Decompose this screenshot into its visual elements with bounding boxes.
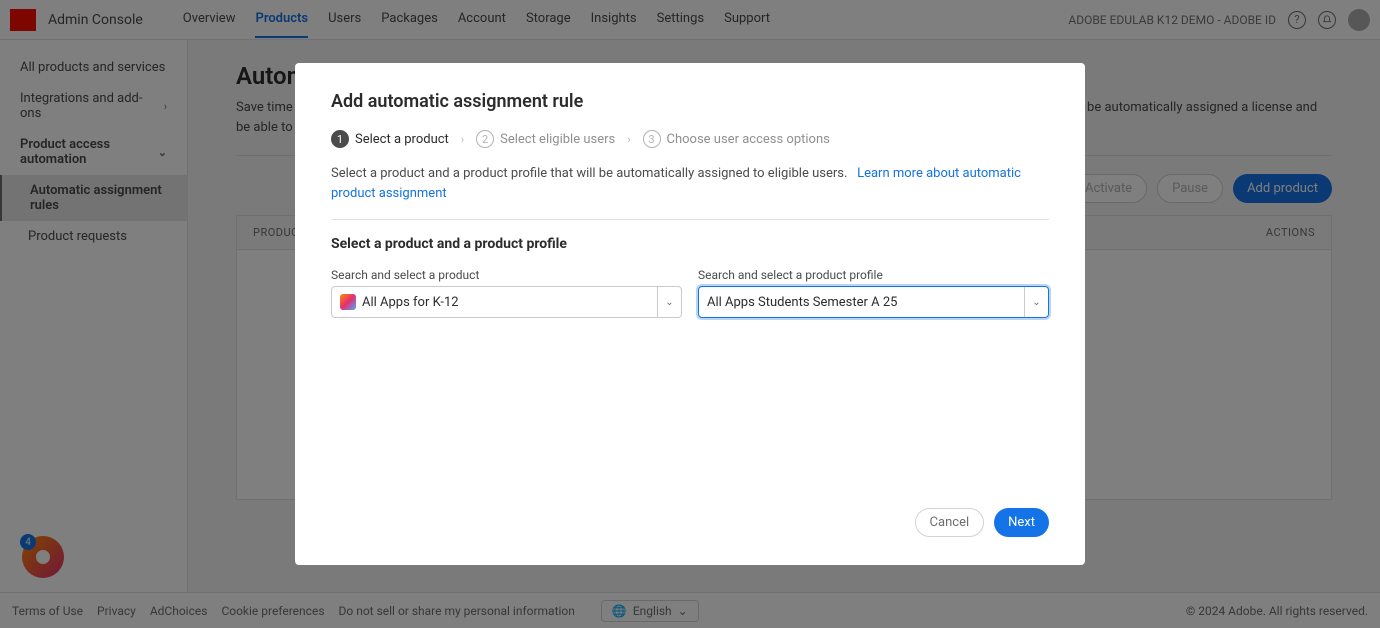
chevron-down-icon[interactable]: ⌄: [657, 287, 681, 317]
step-1: 1 Select a product: [331, 130, 449, 148]
modal-actions: Cancel Next: [331, 508, 1049, 537]
step-3-label: Choose user access options: [667, 132, 830, 147]
modal-divider: [331, 219, 1049, 220]
product-field: Search and select a product All Apps for…: [331, 268, 682, 318]
step-2-number: 2: [476, 130, 494, 148]
modal-overlay[interactable]: Add automatic assignment rule 1 Select a…: [0, 0, 1380, 628]
modal-title: Add automatic assignment rule: [331, 91, 1049, 112]
modal-subtext-text: Select a product and a product profile t…: [331, 166, 847, 181]
profile-input[interactable]: [707, 295, 1016, 310]
modal-subtext: Select a product and a product profile t…: [331, 164, 1049, 203]
product-select-value: All Apps for K-12: [362, 295, 649, 310]
product-field-label: Search and select a product: [331, 268, 682, 282]
chevron-down-icon[interactable]: ⌄: [1024, 287, 1048, 317]
step-1-label: Select a product: [355, 132, 449, 147]
creative-cloud-icon: [340, 294, 356, 310]
step-2-label: Select eligible users: [500, 132, 615, 147]
profile-field-label: Search and select a product profile: [698, 268, 1049, 282]
chevron-right-icon: ›: [627, 133, 630, 146]
modal-dialog: Add automatic assignment rule 1 Select a…: [295, 63, 1085, 565]
field-row: Search and select a product All Apps for…: [331, 268, 1049, 318]
step-3: 3 Choose user access options: [643, 130, 830, 148]
step-1-number: 1: [331, 130, 349, 148]
chevron-right-icon: ›: [461, 133, 464, 146]
profile-field: Search and select a product profile ⌄: [698, 268, 1049, 318]
cancel-button[interactable]: Cancel: [915, 508, 985, 537]
profile-select-content: [699, 295, 1024, 310]
stepper: 1 Select a product › 2 Select eligible u…: [331, 130, 1049, 148]
step-3-number: 3: [643, 130, 661, 148]
profile-select[interactable]: ⌄: [698, 286, 1049, 318]
modal-section-title: Select a product and a product profile: [331, 236, 1049, 252]
product-select-content: All Apps for K-12: [332, 294, 657, 310]
next-button[interactable]: Next: [994, 508, 1049, 537]
product-select[interactable]: All Apps for K-12 ⌄: [331, 286, 682, 318]
step-2: 2 Select eligible users: [476, 130, 615, 148]
